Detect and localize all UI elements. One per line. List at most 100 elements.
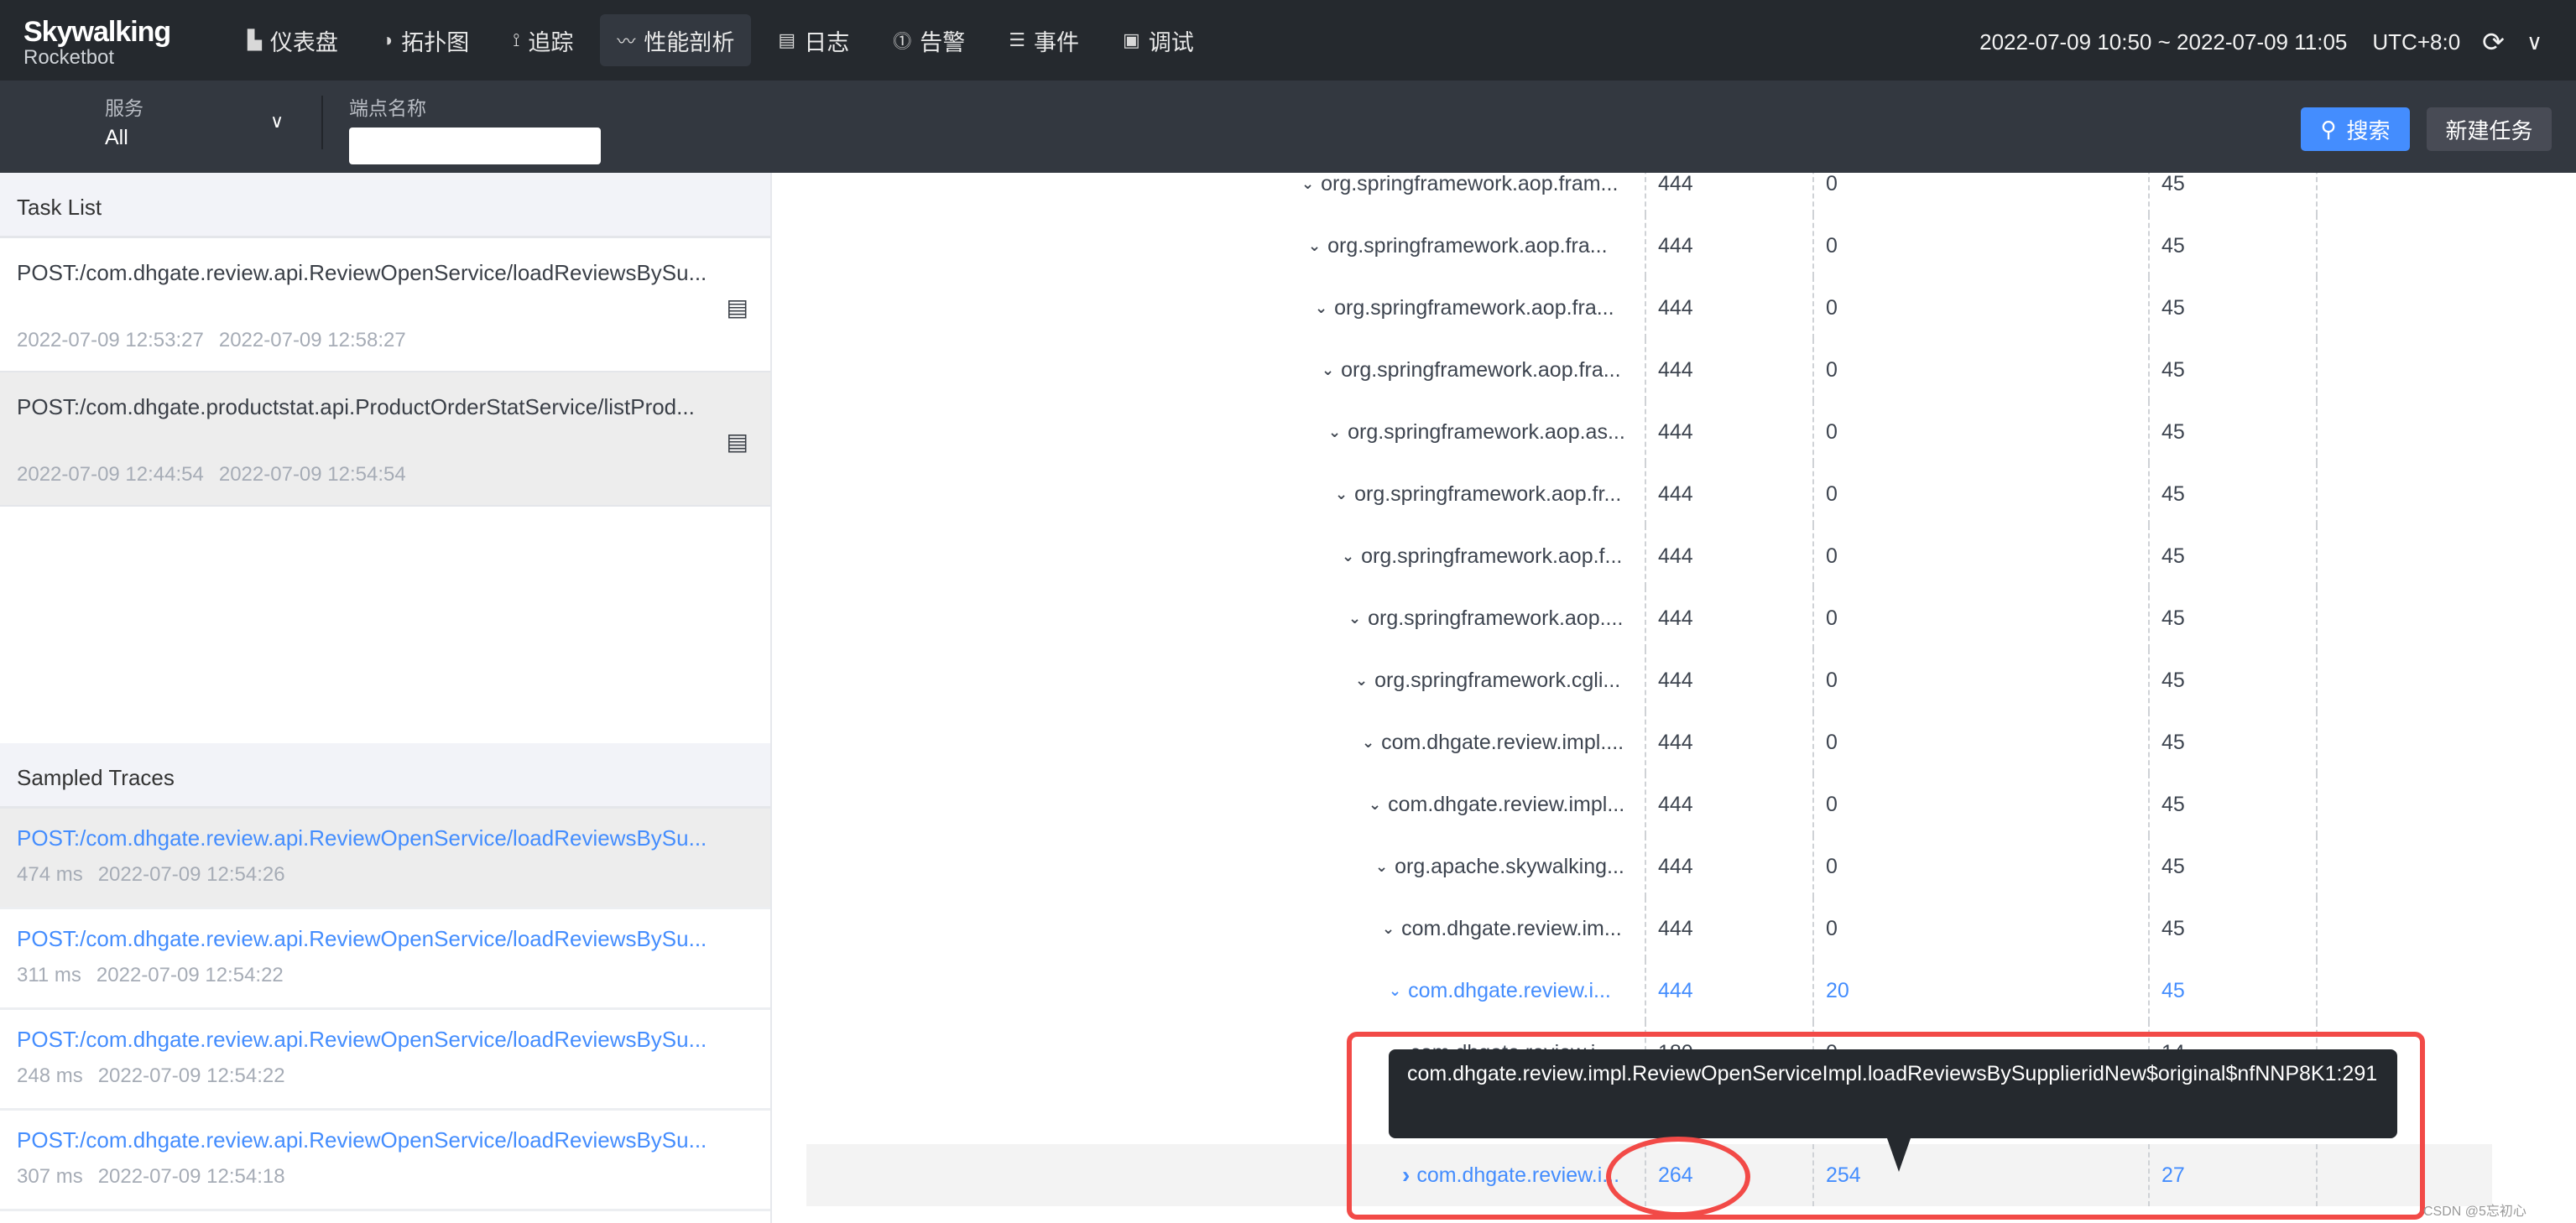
tab-event[interactable]: ☰ 事件 [992,14,1096,66]
tree-cell-v1: 444 [1645,463,1812,525]
tree-node-name[interactable]: ⌄ org.springframework.aop.f... [1342,525,1641,587]
tree-cell-v3: 45 [2148,960,2316,1022]
trace-icon: ⟟ [513,29,520,50]
tab-label: 追踪 [528,29,574,55]
tree-row[interactable]: ⌄ org.springframework.aop.f... 444 0 45 [806,525,2492,587]
tab-label: 日志 [804,29,850,55]
tab-profile[interactable]: 〰性能剖析 [600,14,752,66]
tree-row[interactable]: ⌄ com.dhgate.review.impl.... 444 0 45 [806,711,2492,773]
tree-node-name[interactable]: ⌄ com.dhgate.review.impl.... [1362,711,1641,773]
chevron-down-icon[interactable]: ⌄ [1369,796,1381,814]
chevron-down-icon[interactable]: ⌄ [1308,237,1321,255]
task-detail-icon[interactable]: ▤ [727,428,748,455]
timezone[interactable]: UTC+8:0 [2372,29,2460,55]
tree-cell-v3: 45 [2148,401,2316,463]
tree-cell-v1: 444 [1645,587,1812,649]
trace-item[interactable]: POST:/com.dhgate.review.api.ReviewOpenSe… [0,809,770,909]
service-label: 服务 [105,97,143,119]
tree-cell-v2: 0 [1812,339,2148,401]
tree-node-name[interactable]: ⌄ org.apache.skywalking... [1375,835,1641,898]
chevron-down-icon[interactable]: ∨ [270,111,284,133]
tree-row[interactable]: ⌄ org.springframework.cgli... 444 0 45 [806,649,2492,711]
refresh-icon[interactable]: ⟳ [2482,26,2505,58]
tree-row[interactable]: ⌄ org.springframework.aop.fra... 444 0 45 [806,215,2492,277]
tree-row[interactable]: › com.dhgate.review.i... 264 254 27 [806,1144,2492,1206]
task-detail-icon[interactable]: ▤ [727,294,748,321]
tree-row[interactable]: ⌄ org.springframework.aop.fra... 444 0 45 [806,339,2492,401]
logo[interactable]: Skywalking Rocketbot [23,17,171,69]
new-task-button[interactable]: 新建任务 [2427,107,2552,151]
tree-row[interactable]: ⌄ com.dhgate.review.i... 444 20 45 [806,960,2492,1022]
tab-trace[interactable]: ⟟ 追踪 [496,14,590,66]
tree-node-name[interactable]: ⌄ org.springframework.aop.fra... [1315,277,1641,339]
tab-chart[interactable]: ▙ 仪表盘 [231,14,355,66]
tree-cell-v1: 444 [1645,525,1812,587]
tree-node-name[interactable]: ⌄ org.springframework.aop.... [1348,587,1641,649]
tree-cell-v2: 0 [1812,215,2148,277]
trace-name: POST:/com.dhgate.review.api.ReviewOpenSe… [17,926,707,951]
tree-cell-v3: 45 [2148,277,2316,339]
chevron-down-icon[interactable]: ⌄ [1315,299,1327,317]
tree-node-name[interactable]: ⌄ org.springframework.cgli... [1355,649,1641,711]
chevron-down-icon[interactable]: ⌄ [1301,175,1314,193]
tree-node-name[interactable]: ⌄ com.dhgate.review.impl... [1369,773,1641,835]
tree-row[interactable]: ⌄ org.springframework.aop.fr... 444 0 45 [806,463,2492,525]
tree-node-name[interactable]: ⌄ org.springframework.aop.fr... [1335,463,1641,525]
tree-row[interactable]: ⌄ org.apache.skywalking... 444 0 45 [806,835,2492,898]
tab-debug[interactable]: ▣ 调试 [1106,14,1211,66]
tree-node-label: org.springframework.aop.as... [1348,419,1625,444]
tab-log[interactable]: ▤ 日志 [761,14,866,66]
chevron-right-icon[interactable]: › [1402,1162,1410,1189]
chevron-down-icon[interactable]: ⌄ [1389,982,1401,1000]
chevron-down-icon[interactable]: ⌄ [1328,424,1341,441]
tree-row[interactable]: ⌄ com.dhgate.review.impl... 444 0 45 [806,773,2492,835]
endpoint-input[interactable] [349,128,601,164]
trace-meta: 311 ms 2022-07-09 12:54:22 [17,964,754,987]
tree-node-label: com.dhgate.review.impl... [1388,792,1625,816]
tree-row[interactable]: ⌄ com.dhgate.review.im... 444 0 45 [806,898,2492,960]
tree-node-name[interactable]: ⌄ org.springframework.aop.fram... [1301,173,1641,215]
chevron-down-icon[interactable]: ⌄ [1342,548,1354,565]
tree-row[interactable]: ⌄ org.springframework.aop.fram... 444 0 45 [806,173,2492,215]
tree-node-name[interactable]: ⌄ org.springframework.aop.fra... [1322,339,1641,401]
tree-node-name[interactable]: ⌄ org.springframework.aop.as... [1328,401,1641,463]
tree-cell-v3: 45 [2148,649,2316,711]
chevron-down-icon[interactable]: ⌄ [1348,610,1361,627]
tree-row[interactable]: ⌄ org.springframework.aop.fra... 444 0 45 [806,277,2492,339]
trace-item[interactable]: POST:/com.dhgate.review.api.ReviewOpenSe… [0,1111,770,1211]
tree-cell-divider [2316,525,2329,587]
time-range[interactable]: 2022-07-09 10:50 ~ 2022-07-09 11:05 [1979,29,2347,55]
trace-item[interactable]: POST:/com.dhgate.review.api.ReviewOpenSe… [0,909,770,1010]
tree-row[interactable]: ⌄ org.springframework.aop.... 444 0 45 [806,587,2492,649]
tab-label: 事件 [1033,29,1079,55]
tab-topology[interactable]: ◑ 拓扑图 [365,14,486,66]
chevron-down-icon[interactable]: ∨ [2526,29,2542,55]
trace-meta: 307 ms 2022-07-09 12:54:18 [17,1165,754,1189]
tree-cell-v1: 264 [1645,1144,1812,1206]
tree-cell-v2: 254 [1812,1144,2148,1206]
service-select[interactable]: 服务 All [105,92,143,150]
chevron-down-icon[interactable]: ⌄ [1335,486,1348,503]
left-panel: Task List POST:/com.dhgate.review.api.Re… [0,173,772,1223]
tree-node-name[interactable]: ⌄ org.springframework.aop.fra... [1308,215,1641,277]
tab-alarm[interactable]: ⓵ 告警 [876,14,982,66]
tree-cell-divider [2316,587,2329,649]
chevron-down-icon[interactable]: ⌄ [1382,920,1395,938]
trace-item[interactable]: POST:/com.dhgate.review.api.ReviewOpenSe… [0,1010,770,1111]
event-icon: ☰ [1009,29,1025,50]
task-item[interactable]: POST:/com.dhgate.productstat.api.Product… [0,372,770,507]
chevron-down-icon[interactable]: ⌄ [1375,858,1388,876]
log-icon: ▤ [778,29,796,50]
chevron-down-icon[interactable]: ⌄ [1322,362,1334,379]
search-button[interactable]: ⚲ 搜索 [2301,107,2410,151]
tree-node-name[interactable]: ›com.dhgate.review.i... [1402,1144,1641,1206]
tree-cell-v3: 45 [2148,525,2316,587]
tree-node-name[interactable]: ⌄ com.dhgate.review.i... [1389,960,1641,1022]
chevron-down-icon[interactable]: ⌄ [1355,672,1368,690]
tree-cell-v2: 0 [1812,773,2148,835]
tree-node-name[interactable]: ⌄ com.dhgate.review.im... [1382,898,1641,960]
chevron-down-icon[interactable]: ⌄ [1362,734,1374,752]
tree-cell-v1: 444 [1645,215,1812,277]
tree-row[interactable]: ⌄ org.springframework.aop.as... 444 0 45 [806,401,2492,463]
task-item[interactable]: POST:/com.dhgate.review.api.ReviewOpenSe… [0,238,770,372]
